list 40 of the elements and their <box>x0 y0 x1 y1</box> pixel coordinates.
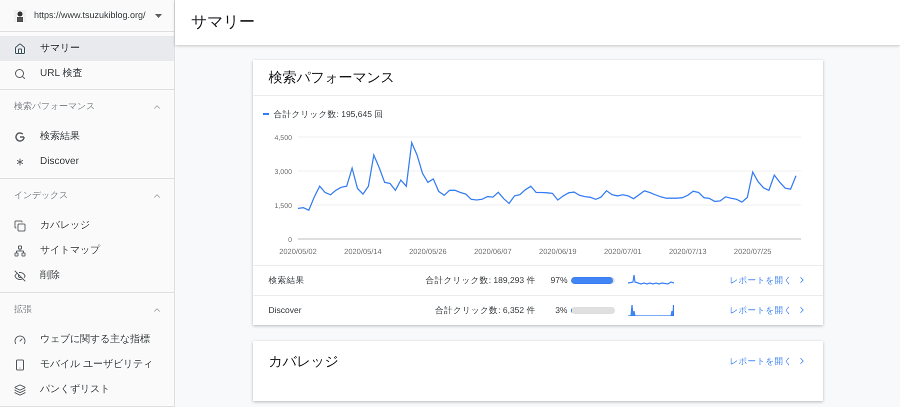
open-report-link[interactable]: レポートを開く <box>730 354 806 368</box>
card-title: カバレッジ <box>268 352 338 371</box>
percent-label: 97% <box>549 274 568 287</box>
gauge-icon <box>14 334 26 346</box>
nav-item[interactable]: ウェブに関する主な指標 <box>0 327 174 352</box>
eye-off-icon <box>14 270 26 282</box>
search-icon <box>14 68 26 80</box>
home-icon <box>14 42 26 54</box>
property-selector[interactable]: https://www.tsuzukiblog.org/ <box>0 0 174 32</box>
section-header[interactable]: 拡張 <box>0 293 174 327</box>
percent-label: 3% <box>554 304 568 317</box>
g-letter-icon <box>14 130 26 142</box>
legend-label: 合計クリック数: 195,645 回 <box>274 108 384 121</box>
legend-marker-icon <box>262 113 268 116</box>
nav-item[interactable]: 削除 <box>0 263 174 288</box>
avatar-icon <box>14 10 26 22</box>
page-title: サマリー <box>191 12 255 32</box>
nav-item[interactable]: カバレッジ <box>0 213 174 238</box>
open-report-link[interactable]: レポートを開く <box>730 304 806 317</box>
nav-item[interactable]: モバイル ユーザビリティ <box>0 352 174 377</box>
nav-item[interactable]: Discover <box>0 149 174 174</box>
nav-item[interactable]: 検索結果 <box>0 124 174 149</box>
row-label: Discover <box>268 304 303 317</box>
layers-icon <box>14 384 26 396</box>
section-header[interactable]: 検索パフォーマンス <box>0 90 174 124</box>
nav-item[interactable]: サイトマップ <box>0 238 174 263</box>
dropdown-icon <box>155 14 162 18</box>
clicks-total: 合計クリック数: 189,293 件 <box>424 274 536 287</box>
row-label: 検索結果 <box>268 274 306 287</box>
section-header[interactable]: インデックス <box>0 179 174 213</box>
smartphone-icon <box>14 358 26 370</box>
sitemap-icon <box>14 244 26 256</box>
card-title: 検索パフォーマンス <box>268 68 394 87</box>
nav-item[interactable]: サマリー <box>0 36 174 61</box>
asterisk-icon <box>14 156 26 168</box>
nav-item[interactable]: URL 検査 <box>0 61 174 86</box>
nav-item[interactable]: パンくずリスト <box>0 377 174 402</box>
open-report-link[interactable]: レポートを開く <box>730 274 806 287</box>
pages-icon <box>14 220 26 232</box>
clicks-total: 合計クリック数: 6,352 件 <box>434 304 536 317</box>
